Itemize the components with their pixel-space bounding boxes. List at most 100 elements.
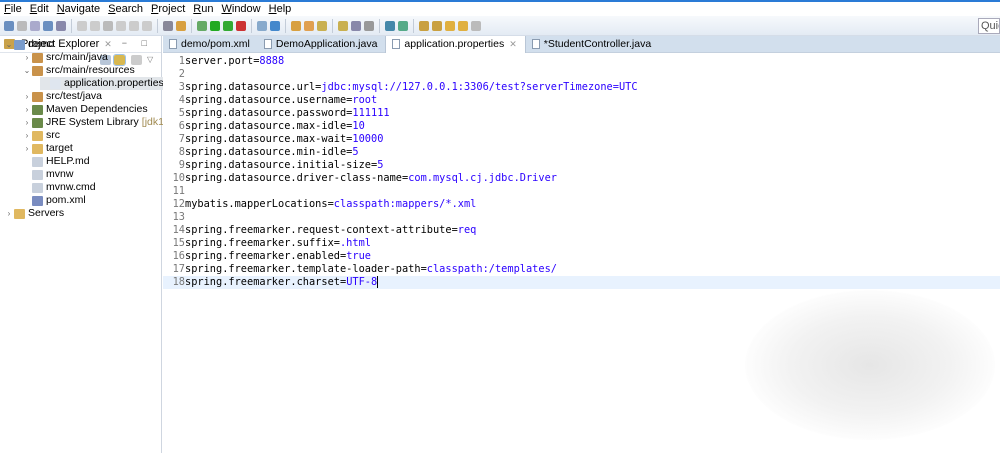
code-line[interactable]: 13 [163,211,185,224]
code-line[interactable]: 2 [163,68,185,81]
toolbar-button-icon[interactable] [317,20,327,31]
tree-item-label: mvnw.cmd [46,181,96,193]
toolbar-button-icon[interactable] [338,20,348,31]
chevron-right-icon[interactable]: › [22,129,32,142]
code-line[interactable]: 17 spring.freemarker.template-loader-path… [163,263,557,276]
tree-item[interactable]: › Maven Dependencies [22,103,148,116]
code-line[interactable]: 1 server.port= 8888 [163,55,284,68]
toolbar-button-icon[interactable] [43,20,53,31]
toolbar-button-icon[interactable] [458,20,468,31]
toolbar-button-icon[interactable] [210,20,220,31]
toolbar-button-icon[interactable] [4,20,14,31]
toolbar-button-icon[interactable] [142,20,152,31]
tree-item[interactable]: ⌄ src/main/resources [22,64,135,77]
toolbar-button-icon[interactable] [30,20,40,31]
code-line[interactable]: 3 spring.datasource.url= jdbc:mysql://127.… [163,81,638,94]
toolbar-button-icon[interactable] [223,20,233,31]
toolbar-button-icon[interactable] [17,20,27,31]
source-folder-icon [32,65,43,76]
code-line[interactable]: 16 spring.freemarker.enabled= true [163,250,371,263]
menu-edit[interactable]: Edit [26,2,53,16]
tree-item[interactable]: › Servers [4,207,65,220]
toolbar-button-icon[interactable] [432,20,442,31]
tree-item[interactable]: › src/test/java [22,90,102,103]
chevron-right-icon[interactable]: › [4,207,14,220]
toolbar-button-icon[interactable] [398,20,408,31]
toolbar-button-icon[interactable] [257,20,267,31]
menu-help[interactable]: Help [265,2,296,16]
toolbar-button-icon[interactable] [77,20,87,31]
menu-search[interactable]: Search [104,2,147,16]
code-line[interactable]: 4 spring.datasource.username= root [163,94,377,107]
close-tab-icon[interactable]: ✕ [509,39,517,50]
code-line[interactable]: 15 spring.freemarker.suffix= .html [163,237,371,250]
chevron-down-icon[interactable]: ⌄ [4,38,14,51]
tab-demoapplication-java[interactable]: DemoApplication.java [258,36,386,53]
chevron-down-icon[interactable]: ⌄ [22,64,32,77]
view-menu-icon[interactable]: ▽ [147,55,158,65]
code-line[interactable]: 6 spring.datasource.max-idle= 10 [163,120,365,133]
toolbar-button-icon[interactable] [304,20,314,31]
tree-item[interactable]: application.properties [40,77,164,90]
tree-item-label: application.properties [64,77,164,89]
menu-run[interactable]: Run [189,2,217,16]
toolbar-button-icon[interactable] [364,20,374,31]
tree-item-label: mvnw [46,168,74,180]
toolbar-button-icon[interactable] [197,20,207,31]
tab-demo-pom-xml[interactable]: demo/pom.xml [163,36,258,53]
file-icon [32,169,43,180]
chevron-right-icon[interactable]: › [22,51,32,64]
toolbar-button-icon[interactable] [176,20,186,31]
source-folder-icon [32,52,43,63]
tree-item[interactable]: mvnw [22,168,73,181]
code-line[interactable]: 5 spring.datasource.password= 111111 [163,107,390,120]
chevron-right-icon[interactable]: › [22,116,32,129]
tree-item-label: src [46,129,60,141]
chevron-right-icon[interactable]: › [22,90,32,103]
code-line[interactable]: 9 spring.datasource.initial-size= 5 [163,159,384,172]
file-icon [392,39,401,49]
chevron-right-icon[interactable]: › [22,103,32,116]
tree-item-label: target [46,142,73,154]
quick-access-input[interactable]: Quic [978,18,1000,34]
toolbar-button-icon[interactable] [351,20,361,31]
tree-item[interactable]: pom.xml [22,194,86,207]
tree-item[interactable]: HELP.md [22,155,90,168]
toolbar-button-icon[interactable] [270,20,280,31]
tree-item[interactable]: › target [22,142,73,155]
tree-item[interactable]: mvnw.cmd [22,181,96,194]
toolbar-button-icon[interactable] [116,20,126,31]
code-line[interactable]: 12 mybatis.mapperLocations= classpath:mapp… [163,198,477,211]
code-line[interactable]: 7 spring.datasource.max-wait= 10000 [163,133,384,146]
code-line[interactable]: 18 spring.freemarker.charset= UTF-8 [163,276,1000,289]
toolbar-button-icon[interactable] [90,20,100,31]
tab-studentcontroller-java[interactable]: *StudentController.java [526,36,659,53]
close-icon[interactable]: ✕ [104,39,112,50]
toolbar-button-icon[interactable] [419,20,429,31]
code-line[interactable]: 11 [163,185,185,198]
toolbar-button-icon[interactable] [103,20,113,31]
tree-item[interactable]: › src [22,129,60,142]
menu-project[interactable]: Project [147,2,189,16]
line-number: 2 [178,68,185,80]
chevron-right-icon[interactable]: › [22,142,32,155]
toolbar-button-icon[interactable] [56,20,66,31]
minimize-maximize-icons[interactable]: − □ [122,38,153,48]
toolbar-button-icon[interactable] [385,20,395,31]
property-value: 5 [352,146,359,158]
tab-application-properties[interactable]: application.properties ✕ [385,35,526,53]
code-line[interactable]: 8 spring.datasource.min-idle= 5 [163,146,359,159]
toolbar-button-icon[interactable] [445,20,455,31]
tree-item[interactable]: › src/main/java [22,51,108,64]
code-line[interactable]: 14 spring.freemarker.request-context-attr… [163,224,477,237]
toolbar-button-icon[interactable] [471,20,481,31]
tree-item[interactable]: ⌄ demo [4,38,55,51]
toolbar-button-icon[interactable] [129,20,139,31]
toolbar-button-icon[interactable] [236,20,246,31]
toolbar-button-icon[interactable] [163,20,173,31]
menu-window[interactable]: Window [217,2,264,16]
menu-file[interactable]: File [0,2,26,16]
toolbar-button-icon[interactable] [291,20,301,31]
code-line[interactable]: 10 spring.datasource.driver-class-name= co… [163,172,557,185]
menu-navigate[interactable]: Navigate [53,2,104,16]
